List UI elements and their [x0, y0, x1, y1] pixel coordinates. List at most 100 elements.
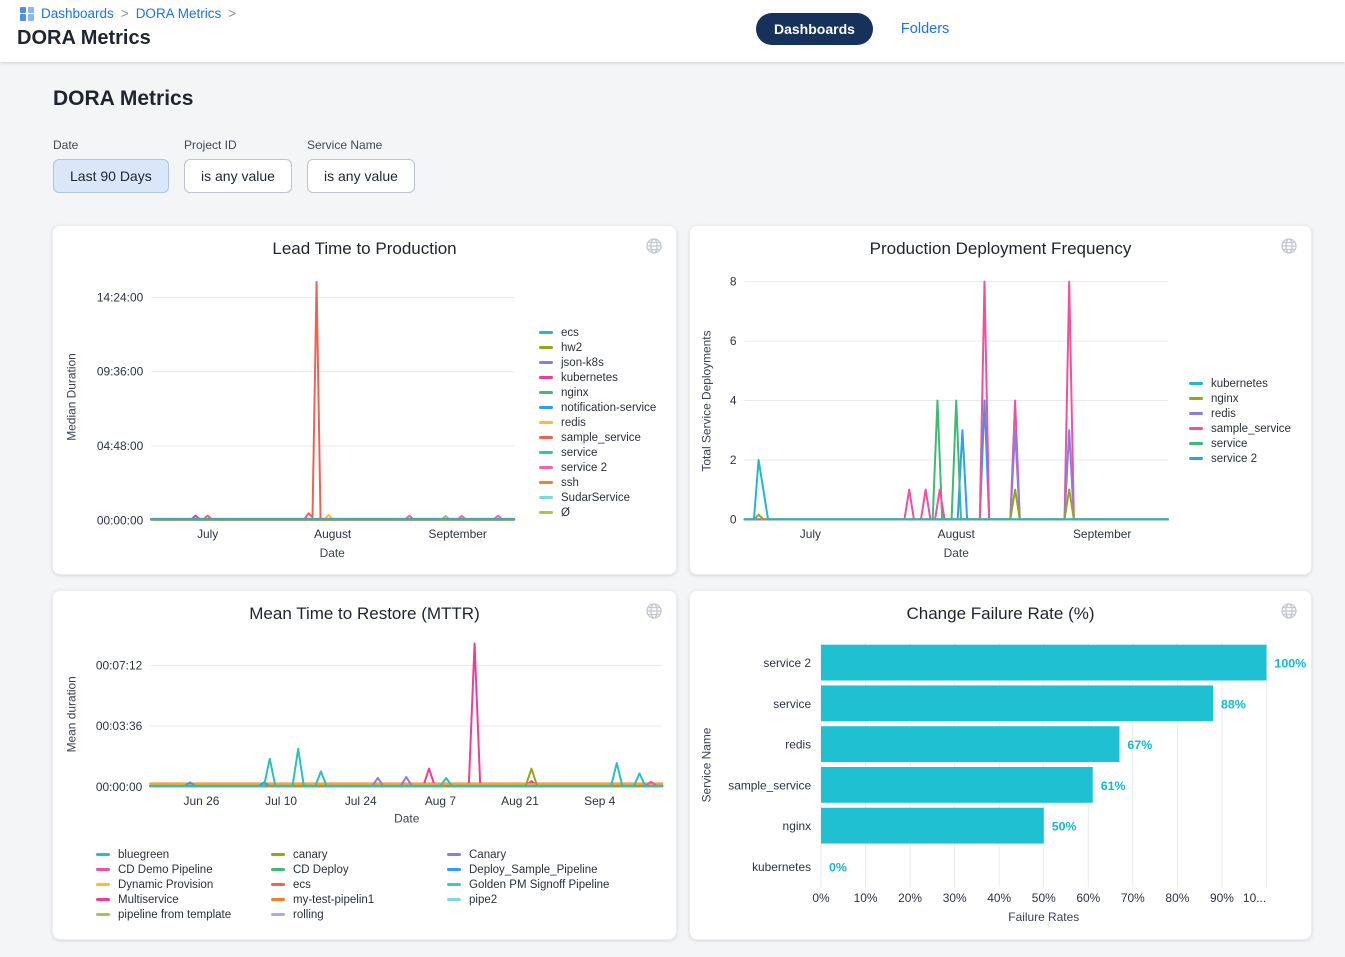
legend-swatch — [1189, 412, 1203, 415]
legend-label: Dynamic Provision — [118, 879, 213, 891]
legend-item[interactable]: ecs — [539, 325, 656, 340]
legend-item[interactable]: Dynamic Provision — [96, 877, 271, 892]
svg-text:00:03:36: 00:03:36 — [96, 719, 143, 733]
legend-item[interactable]: service — [1189, 436, 1291, 451]
legend-item[interactable]: Golden PM Signoff Pipeline — [447, 877, 609, 892]
legend-item[interactable]: Multiservice — [96, 892, 271, 907]
legend-swatch — [539, 451, 553, 454]
legend-swatch — [271, 868, 285, 871]
breadcrumb-dashboards[interactable]: Dashboards — [41, 6, 114, 21]
svg-text:10...: 10... — [1243, 891, 1266, 905]
legend-item[interactable]: rolling — [271, 907, 447, 922]
mttr-legend: bluegreen canary Canary CD Demo Pipeline CD … — [96, 847, 609, 922]
svg-text:Service Name: Service Name — [700, 727, 714, 802]
legend-item[interactable]: hw2 — [539, 340, 656, 355]
legend-item[interactable]: pipeline from template — [96, 907, 271, 922]
legend-item[interactable]: service 2 — [1189, 451, 1291, 466]
legend-item[interactable]: nginx — [1189, 391, 1291, 406]
svg-text:0%: 0% — [812, 891, 830, 905]
legend-item[interactable]: CD Demo Pipeline — [96, 862, 271, 877]
svg-text:July: July — [800, 527, 821, 541]
legend-item[interactable]: my-test-pipelin1 — [271, 892, 447, 907]
svg-text:Date: Date — [944, 546, 970, 560]
svg-text:0%: 0% — [829, 860, 847, 874]
dashboards-grid-icon — [20, 7, 34, 21]
legend-item[interactable]: Ø — [539, 505, 656, 520]
legend-item[interactable]: ecs — [271, 877, 447, 892]
service-name-filter-button[interactable]: is any value — [307, 159, 415, 193]
legend-label: nginx — [561, 387, 589, 399]
svg-text:Jun 26: Jun 26 — [184, 794, 220, 808]
legend-item[interactable]: notification-service — [539, 400, 656, 415]
legend-item[interactable]: pipe2 — [447, 892, 609, 907]
tab-folders[interactable]: Folders — [901, 21, 949, 37]
legend-swatch — [271, 883, 285, 886]
svg-text:90%: 90% — [1210, 891, 1234, 905]
legend-item[interactable]: redis — [1189, 406, 1291, 421]
header-tabs: Dashboards Folders — [756, 13, 949, 45]
svg-text:Date: Date — [394, 812, 420, 826]
legend-swatch — [1189, 442, 1203, 445]
svg-text:kubernetes: kubernetes — [752, 860, 811, 874]
deployment-frequency-legend: kubernetesnginxredissample_serviceservic… — [1189, 376, 1291, 466]
project-id-filter-button[interactable]: is any value — [184, 159, 292, 193]
legend-item[interactable]: kubernetes — [1189, 376, 1291, 391]
legend-item[interactable]: kubernetes — [539, 370, 656, 385]
legend-swatch — [539, 496, 553, 499]
svg-text:Mean duration: Mean duration — [65, 676, 79, 752]
legend-swatch — [1189, 397, 1203, 400]
svg-text:6: 6 — [730, 334, 737, 348]
legend-item[interactable]: json-k8s — [539, 355, 656, 370]
legend-item[interactable]: bluegreen — [96, 847, 271, 862]
svg-text:July: July — [197, 527, 218, 541]
breadcrumb-separator: > — [121, 6, 129, 21]
chart-card-lead-time: Lead Time to Production 00:00:0004:48:00… — [52, 225, 677, 575]
svg-text:50%: 50% — [1032, 891, 1056, 905]
legend-item[interactable]: canary — [271, 847, 447, 862]
filter-service-name: Service Name is any value — [307, 138, 415, 193]
legend-item[interactable]: CD Deploy — [271, 862, 447, 877]
change-failure-rate-chart[interactable]: 0%10%20%30%40%50%60%70%80%90%10...servic… — [690, 591, 1311, 939]
legend-label: kubernetes — [561, 372, 618, 384]
legend-item[interactable]: SudarService — [539, 490, 656, 505]
tab-dashboards[interactable]: Dashboards — [756, 13, 873, 45]
svg-text:sample_service: sample_service — [728, 778, 811, 792]
legend-swatch — [96, 913, 110, 916]
legend-label: ecs — [293, 879, 311, 891]
legend-item[interactable]: ssh — [539, 475, 656, 490]
legend-item[interactable]: redis — [539, 415, 656, 430]
legend-item[interactable]: nginx — [539, 385, 656, 400]
legend-item[interactable]: sample_service — [1189, 421, 1291, 436]
legend-label: CD Demo Pipeline — [118, 864, 213, 876]
legend-item[interactable]: service 2 — [539, 460, 656, 475]
breadcrumb-dora-metrics[interactable]: DORA Metrics — [136, 6, 222, 21]
legend-item[interactable]: service — [539, 445, 656, 460]
legend-label: Canary — [469, 849, 506, 861]
svg-text:Sep 4: Sep 4 — [584, 794, 616, 808]
svg-text:August: August — [314, 527, 352, 541]
legend-label: ecs — [561, 327, 579, 339]
legend-item[interactable]: Canary — [447, 847, 609, 862]
legend-label: Deploy_Sample_Pipeline — [469, 864, 598, 876]
svg-text:Jul 24: Jul 24 — [345, 794, 377, 808]
legend-item[interactable]: sample_service — [539, 430, 656, 445]
legend-item[interactable]: Deploy_Sample_Pipeline — [447, 862, 609, 877]
legend-label: service — [561, 447, 597, 459]
svg-text:00:00:00: 00:00:00 — [96, 780, 143, 794]
svg-text:service 2: service 2 — [763, 656, 811, 670]
legend-label: sample_service — [561, 432, 641, 444]
legend-label: service 2 — [1211, 453, 1257, 465]
legend-swatch — [539, 466, 553, 469]
legend-label: nginx — [1211, 393, 1239, 405]
svg-text:88%: 88% — [1221, 697, 1246, 711]
svg-text:Total Service Deployments: Total Service Deployments — [700, 330, 714, 471]
chart-card-mttr: Mean Time to Restore (MTTR) 00:00:0000:0… — [52, 590, 677, 940]
legend-label: canary — [293, 849, 328, 861]
legend-label: Multiservice — [118, 894, 179, 906]
svg-text:Date: Date — [320, 546, 346, 560]
svg-text:0: 0 — [730, 512, 737, 526]
date-filter-button[interactable]: Last 90 Days — [53, 159, 169, 193]
svg-text:September: September — [1073, 527, 1131, 541]
legend-label: redis — [1211, 408, 1236, 420]
legend-swatch — [1189, 457, 1203, 460]
